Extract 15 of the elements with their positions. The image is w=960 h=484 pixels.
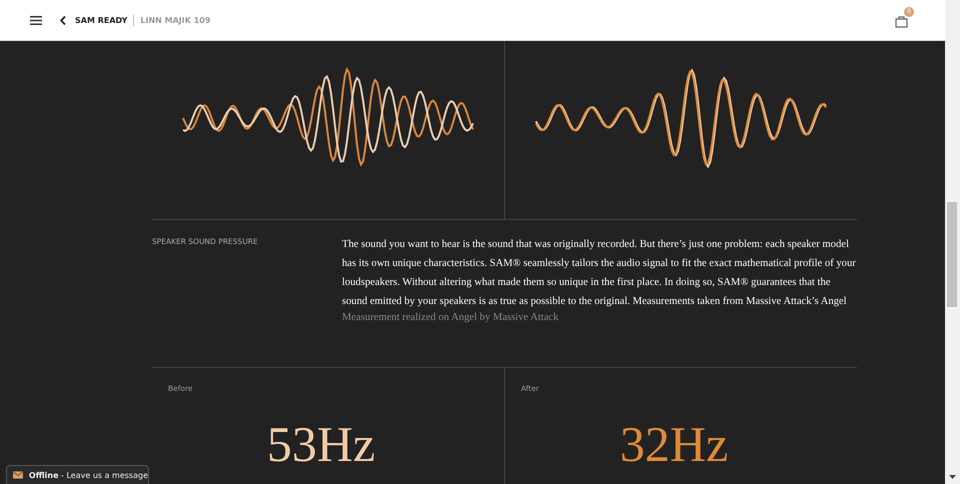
chat-status-text: Offline - Leave us a message [28,470,148,480]
mail-icon [13,471,23,479]
shopping-bag-icon[interactable] [895,15,908,28]
description-paragraph: The sound you want to hear is the sound that was originally recorded. But there’s just one problem: each speaker model has its own unique characteristics. SAM® seamlessly tailors the audio signal to fit the exact mathematical profile of your loudspeakers. Without altering what made them so unique in the first place. In doing so, SAM® guarantees that the sound emitted by your speakers is as true as possible to the original. Measurements taken from Massive Attack’s Angel [342,238,857,309]
frequency-value: 32Hz [620,419,728,469]
scrollbar[interactable] [945,0,960,484]
scroll-down-icon[interactable] [949,475,956,479]
product-name: LINN MAJIK 109 [140,16,210,24]
measurement-caption: Measurement realized on Angel by Massive Attack [342,311,560,325]
page-title: SAM READY [75,16,128,24]
menu-icon[interactable] [30,16,42,24]
chat-widget[interactable]: Offline - Leave us a message [6,465,149,484]
back-icon[interactable] [60,16,66,24]
scrollbar-thumb[interactable] [947,202,957,307]
frequency-value: 53Hz [266,419,376,469]
